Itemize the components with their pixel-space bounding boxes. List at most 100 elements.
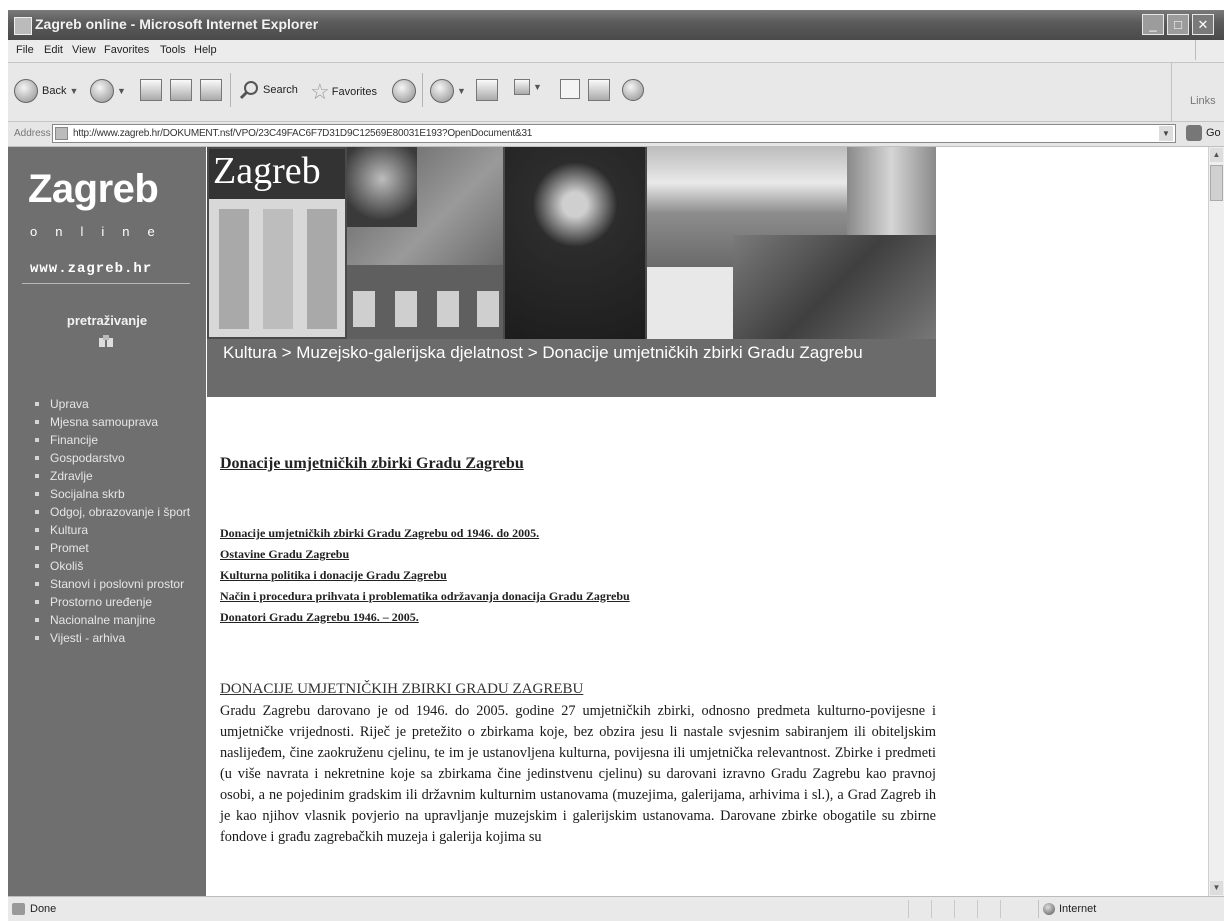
section-title: DONACIJE UMJETNIČKIH ZBIRKI GRADU ZAGREB… [220,681,584,697]
site-url[interactable]: www.zagreb.hr [30,261,152,277]
search-link[interactable]: pretraživanje [8,313,206,328]
menu-tools[interactable]: Tools [160,44,186,56]
sidebar-item-vijesti-arhiva[interactable]: Vijesti - arhiva [30,629,200,647]
links-label: Links [1190,95,1216,107]
sidebar-item-zdravlje[interactable]: Zdravlje [30,467,200,485]
status-bar: Done Internet [8,896,1224,921]
menu-file[interactable]: File [16,44,34,56]
print-icon [476,79,498,101]
forward-arrow-icon [90,79,114,103]
mail-button[interactable]: ▼ [430,79,466,103]
scroll-thumb[interactable] [1210,165,1223,201]
menu-edit[interactable]: Edit [44,44,63,56]
search-button[interactable]: Search [238,79,298,101]
site-logo[interactable]: Zagreb [28,167,159,212]
sidebar-item-odgoj[interactable]: Odgoj, obrazovanje i šport [30,503,200,521]
window-title: Zagreb online - Microsoft Internet Explo… [35,16,319,32]
stop-button[interactable] [140,79,162,101]
browser-window: Zagreb online - Microsoft Internet Explo… [8,10,1224,921]
back-button[interactable]: Back ▼ [14,79,78,103]
sidebar-item-nacionalne-manjine[interactable]: Nacionalne manjine [30,611,200,629]
banner-poster: Zagreb [209,149,345,337]
favorites-star-icon: ☆ [310,79,330,104]
search-icon [239,81,258,100]
research-icon [588,79,610,101]
sidebar-item-financije[interactable]: Financije [30,431,200,449]
sidebar-item-gospodarstvo[interactable]: Gospodarstvo [30,449,200,467]
print-button[interactable] [476,79,498,101]
sidebar-item-kultura[interactable]: Kultura [30,521,200,539]
forward-button[interactable]: ▼ [90,79,126,103]
link-nacin-i-procedura[interactable]: Način i procedura prihvata i problematik… [220,586,630,607]
edit-button[interactable]: ▼ [514,79,542,95]
sidebar-divider [22,283,190,284]
address-input[interactable]: http://www.zagreb.hr/DOKUMENT.nsf/VPO/23… [52,124,1176,143]
sidebar-item-stanovi[interactable]: Stanovi i poslovni prostor [30,575,200,593]
go-button[interactable]: Go [1186,125,1221,141]
breadcrumb: Kultura > Muzejsko-galerijska djelatnost… [207,339,936,397]
edit-icon [514,79,530,95]
sidebar-nav: Uprava Mjesna samouprava Financije Gospo… [30,395,200,647]
address-dropdown-icon[interactable]: ▼ [1159,126,1173,141]
status-text: Done [30,903,57,915]
sidebar-item-okolis[interactable]: Okoliš [30,557,200,575]
search-label: Search [263,84,298,96]
security-zone[interactable]: Internet [1038,900,1224,918]
toolbar-separator [230,73,231,107]
menu-help[interactable]: Help [194,44,217,56]
scroll-down-icon[interactable]: ▼ [1210,881,1223,895]
link-kulturna-politika[interactable]: Kulturna politika i donacije Gradu Zagre… [220,565,630,586]
document-links: Donacije umjetničkih zbirki Gradu Zagreb… [220,523,630,628]
url-text[interactable]: http://www.zagreb.hr/DOKUMENT.nsf/VPO/23… [73,128,532,139]
search-binoculars-icon[interactable] [98,333,114,349]
menu-view[interactable]: View [72,44,96,56]
research-button[interactable] [588,79,610,101]
toolbar: Back ▼ ▼ Search ☆ Favorites ▼ ▼ Links [8,63,1224,122]
site-logo-subtitle: online [30,224,173,239]
breadcrumb-text[interactable]: Kultura > Muzejsko-galerijska djelatnost… [207,342,936,363]
sidebar-item-mjesna-samouprava[interactable]: Mjesna samouprava [30,413,200,431]
sidebar-item-socijalna-skrb[interactable]: Socijalna skrb [30,485,200,503]
forward-dropdown-icon[interactable]: ▼ [117,86,126,96]
messenger-button[interactable] [622,79,644,101]
scroll-up-icon[interactable]: ▲ [1210,148,1223,162]
back-dropdown-icon[interactable]: ▼ [69,86,78,96]
maximize-button[interactable]: □ [1167,14,1189,35]
zone-label: Internet [1059,903,1097,915]
link-donacije-1946-2005[interactable]: Donacije umjetničkih zbirki Gradu Zagreb… [220,523,630,544]
title-bar[interactable]: Zagreb online - Microsoft Internet Explo… [8,10,1224,40]
messenger-icon [622,79,644,101]
mail-dropdown-icon[interactable]: ▼ [457,86,466,96]
ie-icon [14,17,32,35]
sidebar-item-promet[interactable]: Promet [30,539,200,557]
sidebar-item-prostorno-uredenje[interactable]: Prostorno uređenje [30,593,200,611]
minimize-button[interactable]: _ [1142,14,1164,35]
favorites-button[interactable]: ☆ Favorites [310,79,377,105]
history-button[interactable] [392,79,416,103]
page-done-icon [12,903,25,915]
banner-photo-musician [505,147,645,339]
link-donatori[interactable]: Donatori Gradu Zagrebu 1946. – 2005. [220,607,630,628]
menu-favorites[interactable]: Favorites [104,44,149,56]
sidebar-item-uprava[interactable]: Uprava [30,395,200,413]
status-panels [908,900,1023,918]
home-button[interactable] [200,79,222,101]
go-arrow-icon [1186,125,1202,141]
home-icon [200,79,222,101]
back-label: Back [42,85,67,97]
links-toolbar[interactable]: Links [1171,63,1224,121]
globe-icon [1043,903,1055,915]
page-viewport: Zagreb online www.zagreb.hr pretraživanj… [8,147,1208,896]
link-ostavine[interactable]: Ostavine Gradu Zagrebu [220,544,630,565]
page-icon [55,127,68,140]
page-heading-link[interactable]: Donacije umjetničkih zbirki Gradu Zagreb… [220,455,524,473]
banner-photo-statue [733,235,936,339]
edit-dropdown-icon[interactable]: ▼ [533,82,542,92]
banner-photo-building [347,265,503,339]
vertical-scrollbar[interactable]: ▲ ▼ [1208,147,1224,896]
back-arrow-icon [14,79,38,103]
refresh-button[interactable] [170,79,192,101]
header-banner: Zagreb [207,147,936,339]
discuss-button[interactable] [560,79,580,99]
close-button[interactable]: ✕ [1192,14,1214,35]
